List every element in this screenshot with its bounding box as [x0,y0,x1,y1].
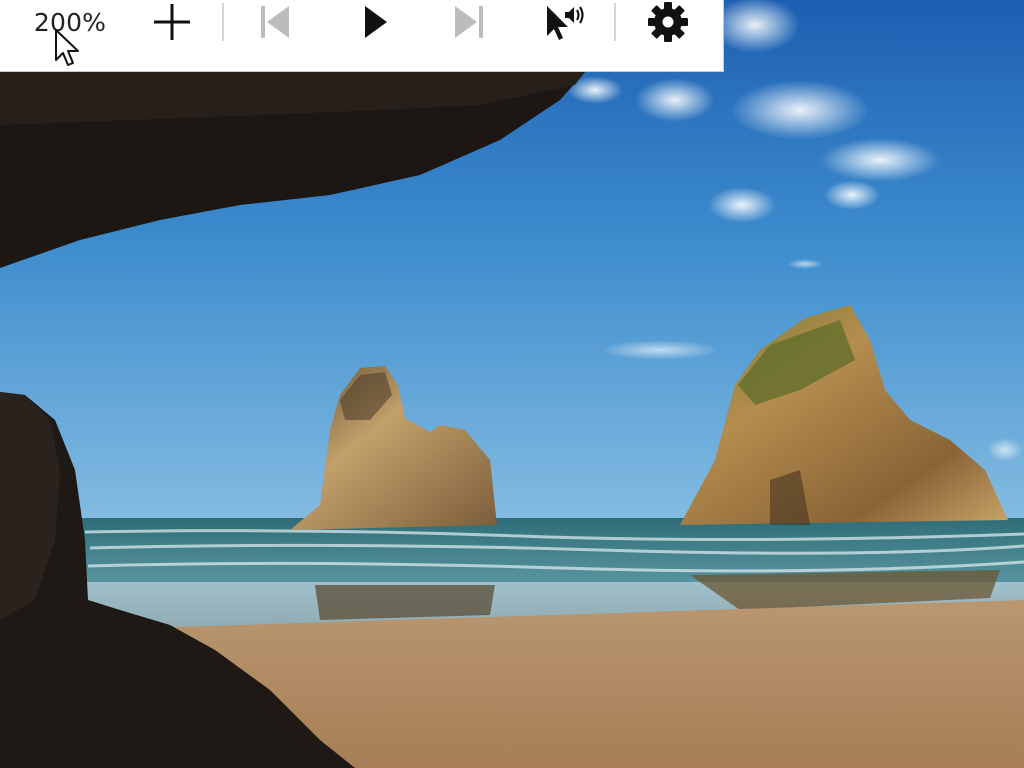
next-button[interactable] [444,0,494,44]
toolbar-separator [614,3,616,41]
gear-icon [648,2,688,42]
skip-forward-icon [455,6,483,38]
magnifier-toolbar: 200% [0,0,724,72]
previous-button[interactable] [250,0,300,44]
play-icon [365,6,387,38]
play-button[interactable] [350,0,400,44]
settings-button[interactable] [642,0,694,44]
toolbar-separator [222,3,224,41]
pointer-speaker-icon [547,6,584,40]
read-from-here-button[interactable] [536,0,592,44]
zoom-in-button[interactable] [146,0,198,44]
plus-icon [154,4,190,40]
skip-back-icon [261,6,289,38]
desktop-wallpaper [0,0,1024,768]
zoom-level-label: 200% [33,7,107,37]
wallpaper-image [0,0,1024,768]
